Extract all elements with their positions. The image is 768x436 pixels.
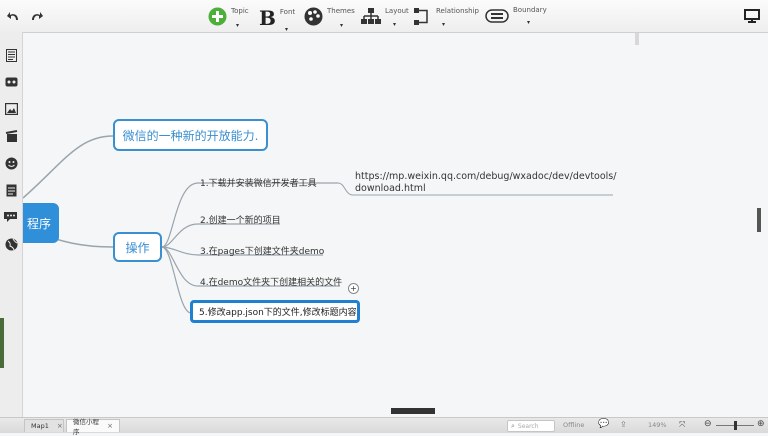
tab-wechat-miniprogram[interactable]: 微信小程序 × xyxy=(66,418,120,436)
subtopic-5-label: 5.修改app.json下的文件,修改标题内容 xyxy=(199,308,357,318)
palette-icon xyxy=(304,7,323,26)
subtopic-4[interactable]: 4.在demo文件夹下创建相关的文件 xyxy=(200,275,342,288)
font-label: Font xyxy=(279,8,296,16)
chevron-down-icon: ▾ xyxy=(442,21,446,28)
subtopic-1[interactable]: 1.下载并安装微信开发者工具 xyxy=(200,176,317,189)
zoom-in-icon[interactable]: ⊕ xyxy=(757,419,765,429)
presentation-icon xyxy=(744,9,760,23)
offline-status: Offline xyxy=(563,421,585,429)
mindmap-canvas[interactable]: 程序 微信的一种新的开放能力. 操作 1.下载并安装微信开发者工具 https:… xyxy=(23,33,768,417)
chevron-down-icon: ▾ xyxy=(527,19,531,26)
image-icon[interactable] xyxy=(4,102,18,116)
fit-map-icon[interactable]: ⤧ xyxy=(679,420,685,430)
globe-icon[interactable] xyxy=(4,237,18,251)
topic-button[interactable]: Topic ▾ xyxy=(208,6,249,29)
undo-icon xyxy=(7,12,18,20)
topic-node-operation-label: 操作 xyxy=(125,240,150,255)
layout-tree-icon xyxy=(361,8,381,24)
topic-node-operation[interactable]: 操作 xyxy=(113,232,162,262)
toolbar: Topic ▾ B Font ▾ Themes ▾ Layout ▾ Relat… xyxy=(0,0,768,33)
clip-icon[interactable] xyxy=(4,129,18,143)
close-icon[interactable]: × xyxy=(107,422,113,430)
url-line-1: https://mp.weixin.qq.com/debug/wxadoc/de… xyxy=(355,171,617,182)
subtopic-2[interactable]: 2.创建一个新的项目 xyxy=(200,213,281,226)
chevron-down-icon: ▾ xyxy=(393,21,397,28)
search-placeholder: Search xyxy=(517,422,539,430)
subtopic-3[interactable]: 3.在pages下创建文件夹demo xyxy=(200,244,324,257)
central-topic[interactable]: 程序 xyxy=(23,203,59,243)
font-button[interactable]: B Font ▾ xyxy=(259,6,296,33)
tab-map1-label: Map1 xyxy=(31,422,49,430)
tag-icon[interactable] xyxy=(4,75,18,89)
zoom-level: 149% xyxy=(648,421,667,429)
share-icon[interactable]: ⇪ xyxy=(620,420,627,429)
themes-button[interactable]: Themes ▾ xyxy=(304,6,355,29)
connector-lines xyxy=(23,33,761,414)
search-input[interactable]: ⌕ Search xyxy=(507,420,555,432)
subtopic-1-link[interactable]: https://mp.weixin.qq.com/debug/wxadoc/de… xyxy=(355,171,616,195)
sidebar xyxy=(0,32,23,417)
close-icon[interactable]: × xyxy=(57,422,63,430)
boundary-label: Boundary xyxy=(513,6,547,14)
central-topic-label: 程序 xyxy=(26,216,51,231)
topic-node-ability[interactable]: 微信的一种新的开放能力. xyxy=(113,119,268,151)
resize-handle[interactable] xyxy=(0,318,4,368)
themes-label: Themes xyxy=(327,6,355,15)
comments-icon[interactable] xyxy=(4,210,18,224)
presentation-button[interactable] xyxy=(744,9,760,23)
bold-b-icon: B xyxy=(259,6,276,30)
relationship-button[interactable]: Relationship ▾ xyxy=(414,6,479,28)
subtopic-5-selected[interactable]: 5.修改app.json下的文件,修改标题内容 xyxy=(190,300,360,323)
chevron-down-icon: ▾ xyxy=(285,26,289,33)
layout-label: Layout xyxy=(385,6,409,15)
url-line-2: download.html xyxy=(355,183,426,194)
topic-label: Topic xyxy=(231,6,249,15)
undo-button[interactable] xyxy=(7,9,21,23)
status-bar: Map1 × 微信小程序 × ⌕ Search Offline 💬 ⇪ 149%… xyxy=(0,417,768,436)
boundary-icon xyxy=(485,9,509,23)
topic-node-ability-label: 微信的一种新的开放能力. xyxy=(122,128,259,143)
layout-button[interactable]: Layout ▾ xyxy=(361,6,409,28)
zoom-out-icon[interactable]: ⊖ xyxy=(704,419,712,429)
outline-icon[interactable] xyxy=(4,48,18,62)
add-topic-icon xyxy=(208,7,227,26)
tab-map1[interactable]: Map1 × xyxy=(24,419,64,432)
redo-button[interactable] xyxy=(29,9,43,23)
relationship-icon xyxy=(414,8,428,25)
notes-icon[interactable] xyxy=(4,183,18,197)
relationship-label: Relationship xyxy=(436,6,479,15)
tab-wechat-label: 微信小程序 xyxy=(73,418,99,436)
redo-icon xyxy=(32,12,43,20)
zoom-slider-handle[interactable] xyxy=(734,421,737,430)
boundary-button[interactable]: Boundary ▾ xyxy=(485,6,547,26)
chevron-down-icon: ▾ xyxy=(236,22,240,29)
chat-icon[interactable]: 💬 xyxy=(598,419,609,429)
collapse-toggle[interactable]: + xyxy=(348,283,359,294)
chevron-down-icon: ▾ xyxy=(340,22,344,29)
search-icon: ⌕ xyxy=(511,421,515,430)
smiley-icon[interactable] xyxy=(4,156,18,170)
